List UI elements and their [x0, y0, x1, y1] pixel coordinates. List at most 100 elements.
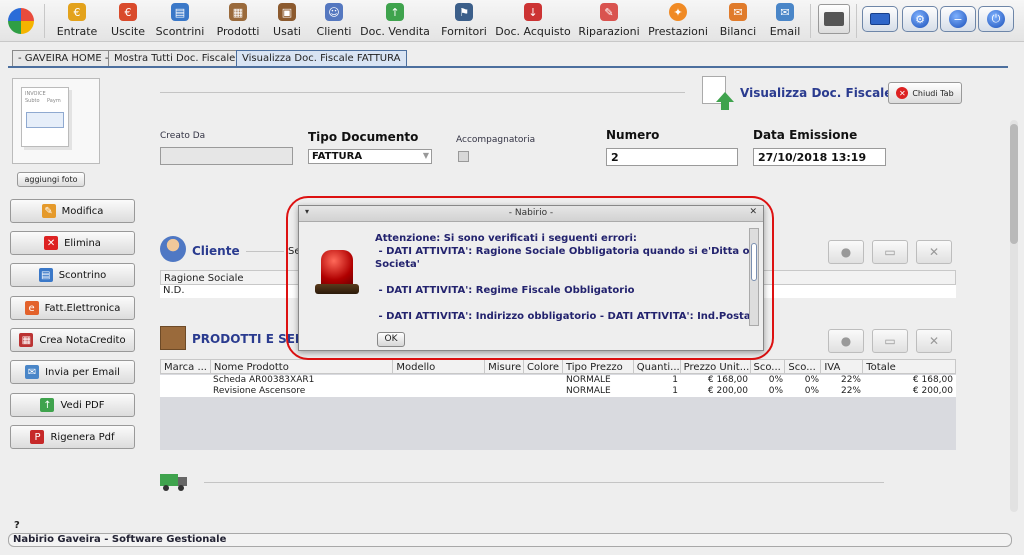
pdf-icon: P: [30, 430, 45, 444]
prodotti-remove-button[interactable]: ✕: [916, 329, 952, 353]
minimize-button[interactable]: −: [940, 6, 976, 32]
remove-icon: ✕: [928, 245, 940, 259]
service-icon: ✦: [669, 3, 687, 21]
customer-icon: [160, 236, 186, 262]
repair-icon: ✎: [600, 3, 618, 21]
cash-register-button[interactable]: [818, 4, 850, 34]
power-button[interactable]: ⏻: [978, 6, 1014, 32]
purchase-doc-icon: ↓: [524, 3, 542, 21]
edit-icon: ✎: [41, 204, 56, 218]
prodotti-add-button[interactable]: ●: [828, 329, 864, 353]
close-tab-button[interactable]: ✕ Chiudi Tab: [888, 82, 962, 104]
toolbar-riparazioni[interactable]: ✎ Riparazioni: [578, 2, 640, 40]
help-mark[interactable]: ?: [14, 520, 20, 531]
error-dialog: ▾ - Nabirio - ✕ Attenzione: Si sono veri…: [298, 205, 764, 351]
tab-home[interactable]: - GAVEIRA HOME -: [12, 50, 115, 66]
power-icon: ⏻: [987, 10, 1005, 28]
header-divider: [160, 92, 685, 93]
toolbar-doc-vendita[interactable]: ↑ Doc. Vendita: [360, 2, 430, 40]
toolbar-usati[interactable]: ▣ Usati: [270, 2, 304, 40]
cliente-title: Cliente: [192, 244, 240, 258]
pdf-view-icon: ↑: [40, 398, 55, 412]
status-bar: Nabirio Gaveira - Software Gestionale: [8, 533, 1012, 547]
data-emissione-field[interactable]: 27/10/2018 13:19: [753, 148, 886, 166]
prodotti-table-header: Marca ... Nome Prodotto Modello Misure C…: [160, 359, 956, 374]
numero-field[interactable]: 2: [606, 148, 738, 166]
tipo-documento-select[interactable]: FATTURA ▼: [308, 149, 432, 164]
chevron-down-icon: ▼: [422, 151, 429, 160]
supplier-icon: ⚑: [455, 3, 473, 21]
app-logo-icon[interactable]: [8, 8, 34, 34]
toolbar-fornitori[interactable]: ⚑ Fornitori: [440, 2, 488, 40]
cliente-remove-button[interactable]: ✕: [916, 240, 952, 264]
expense-icon: €: [119, 3, 137, 21]
table-row[interactable]: Scheda AR00383XAR1 NORMALE 1 € 168,00 0%…: [160, 375, 956, 386]
invia-email-button[interactable]: ✉ Invia per Email: [10, 360, 135, 384]
page-title: Visualizza Doc. Fiscale: [740, 86, 893, 100]
minimize-icon: −: [949, 10, 967, 28]
toolbar-email[interactable]: ✉ Email: [768, 2, 802, 40]
tab-all-docs[interactable]: Mostra Tutti Doc. Fiscale: [108, 50, 242, 66]
fatt-elettronica-button[interactable]: e Fatt.Elettronica: [10, 296, 135, 320]
toolbar-prestazioni[interactable]: ✦ Prestazioni: [648, 2, 708, 40]
settings-icon: ⚙: [911, 10, 929, 28]
truck-icon: [160, 472, 188, 492]
boxes-icon: [160, 326, 186, 350]
cash-register-icon: [824, 12, 844, 26]
view-doc-icon: [702, 76, 734, 110]
toolbar-bilanci[interactable]: ✉ Bilanci: [718, 2, 758, 40]
elimina-button[interactable]: ✕ Elimina: [10, 231, 135, 255]
vedi-pdf-button[interactable]: ↑ Vedi PDF: [10, 393, 135, 417]
email-icon: ✉: [776, 3, 794, 21]
dialog-message: Attenzione: Si sono verificati i seguent…: [375, 233, 751, 322]
scontrino-button[interactable]: ▤ Scontrino: [10, 263, 135, 287]
tab-underline: [8, 66, 1008, 68]
accompagnatoria-checkbox[interactable]: [458, 151, 469, 162]
dialog-menu-icon[interactable]: ▾: [305, 207, 309, 216]
cliente-add-button[interactable]: ●: [828, 240, 864, 264]
search-icon: ▭: [884, 245, 896, 259]
toolbar-entrate[interactable]: € Entrate: [56, 2, 98, 40]
ok-button[interactable]: OK: [377, 332, 405, 347]
toolbar-prodotti[interactable]: ▦ Prodotti: [214, 2, 262, 40]
main-toolbar: € Entrate € Uscite ▤ Scontrini ▦ Prodott…: [0, 0, 1024, 42]
receipt-icon: ▤: [38, 268, 53, 282]
creato-da-field[interactable]: [160, 147, 293, 165]
income-icon: €: [68, 3, 86, 21]
vertical-scrollbar[interactable]: [1010, 120, 1018, 512]
add-icon: ●: [840, 245, 852, 259]
document-photo: INVOICE Subto Paym: [12, 78, 100, 164]
used-box-icon: ▣: [278, 3, 296, 21]
email-icon: ✉: [25, 365, 40, 379]
prodotti-search-button[interactable]: ▭: [872, 329, 908, 353]
rigenera-pdf-button[interactable]: P Rigenera Pdf: [10, 425, 135, 449]
toolbar-clienti[interactable]: ☺ Clienti: [314, 2, 354, 40]
crea-notacredito-button[interactable]: ▦ Crea NotaCredito: [10, 328, 135, 352]
remove-icon: ✕: [928, 334, 940, 348]
close-icon: ✕: [896, 87, 909, 99]
keyboard-icon: [870, 13, 890, 25]
dialog-titlebar: ▾ - Nabirio - ✕: [299, 206, 763, 222]
sales-doc-icon: ↑: [386, 3, 404, 21]
settings-button[interactable]: ⚙: [902, 6, 938, 32]
dialog-close-icon[interactable]: ✕: [749, 207, 757, 217]
add-icon: ●: [840, 334, 852, 348]
delete-icon: ✕: [44, 236, 59, 250]
toolbar-uscite[interactable]: € Uscite: [108, 2, 148, 40]
cliente-search-button[interactable]: ▭: [872, 240, 908, 264]
balance-icon: ✉: [729, 3, 747, 21]
toolbar-scontrini[interactable]: ▤ Scontrini: [156, 2, 204, 40]
table-row[interactable]: Revisione Ascensore NORMALE 1 € 200,00 0…: [160, 386, 956, 397]
customer-icon: ☺: [325, 3, 343, 21]
boxes-icon: ▦: [229, 3, 247, 21]
tab-view-invoice[interactable]: Visualizza Doc. Fiscale FATTURA: [236, 50, 407, 66]
modifica-button[interactable]: ✎ Modifica: [10, 199, 135, 223]
search-icon: ▭: [884, 334, 896, 348]
credit-note-icon: ▦: [19, 333, 34, 347]
alarm-siren-icon: [311, 250, 363, 300]
add-photo-button[interactable]: aggiungi foto: [17, 172, 85, 187]
toolbar-doc-acquisto[interactable]: ↓ Doc. Acquisto: [495, 2, 571, 40]
keyboard-button[interactable]: [862, 6, 898, 32]
e-invoice-icon: e: [24, 301, 39, 315]
dialog-scrollbar[interactable]: [749, 228, 759, 326]
